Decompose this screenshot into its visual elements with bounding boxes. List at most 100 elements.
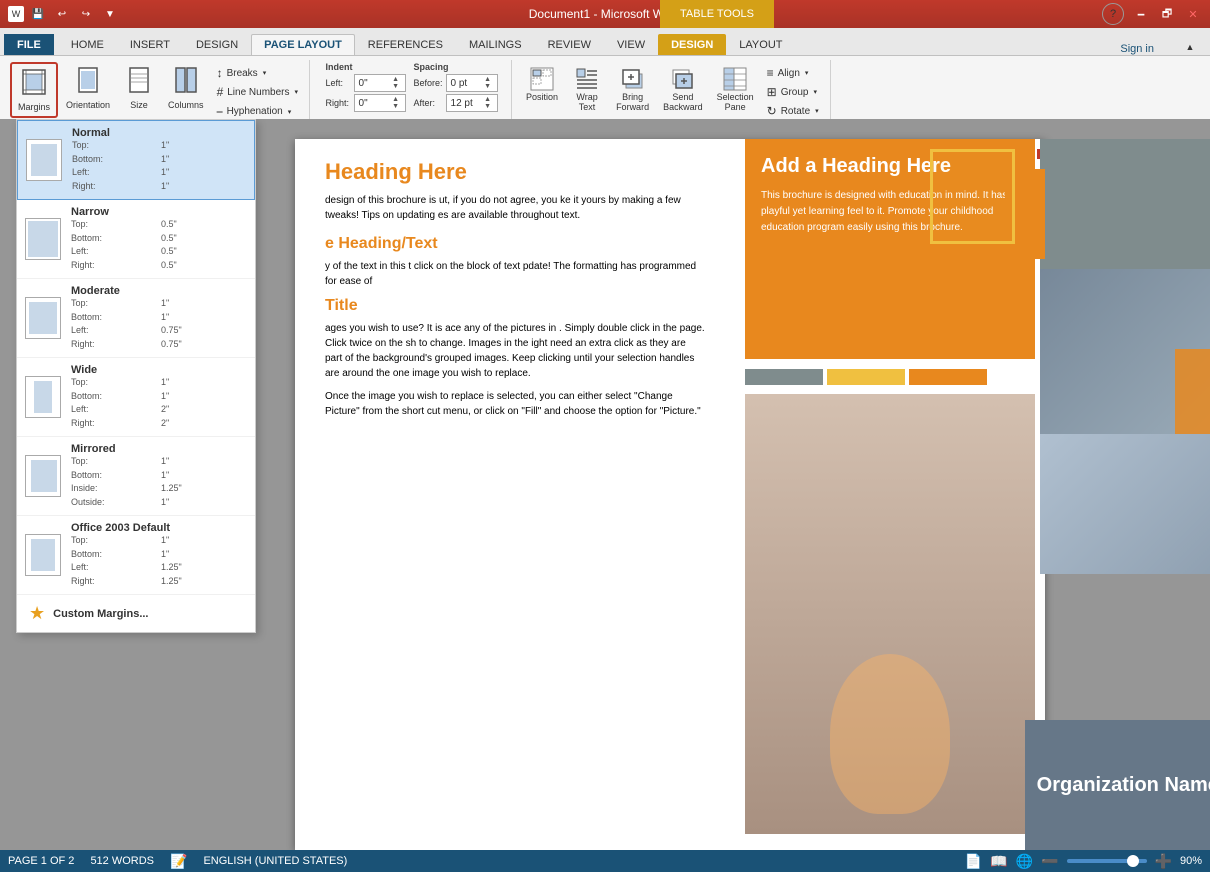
indent-left-up[interactable]: ▲: [389, 76, 403, 83]
indent-right-up[interactable]: ▲: [389, 96, 403, 103]
tab-file[interactable]: FILE: [4, 34, 54, 55]
margin-moderate-icon: [25, 297, 61, 339]
margins-icon: [20, 68, 48, 101]
redo-qat-button[interactable]: ↪: [76, 5, 96, 23]
view-web-icon[interactable]: 🌐: [1016, 853, 1033, 870]
margin-normal-name: Normal: [72, 127, 246, 139]
margins-button[interactable]: Margins: [12, 64, 56, 116]
undo-qat-button[interactable]: ↩: [52, 5, 72, 23]
org-name-text: Organization Name/Logo: [1037, 772, 1210, 798]
margins-label: Margins: [18, 102, 50, 112]
indent-right-down[interactable]: ▼: [389, 103, 403, 110]
proofing-icon: 📝: [170, 853, 187, 870]
breaks-icon: ↕: [217, 66, 223, 80]
size-button[interactable]: Size: [118, 62, 160, 114]
wrap-text-label: WrapText: [576, 92, 597, 112]
margin-moderate-details: Top:1" Bottom:1" Left:0.75" Right:0.75": [71, 297, 247, 351]
view-normal-icon[interactable]: 📄: [965, 853, 982, 870]
margin-narrow-icon: [25, 218, 61, 260]
size-icon: [127, 66, 151, 99]
tab-table-design[interactable]: DESIGN: [658, 34, 726, 55]
org-name-box: Organization Name/Logo: [1025, 720, 1210, 850]
columns-button[interactable]: Columns: [162, 62, 210, 114]
margin-office2003-item[interactable]: Office 2003 Default Top:1" Bottom:1" Lef…: [17, 516, 255, 595]
margin-mirrored-icon: [25, 455, 61, 497]
table-tools-tab: TABLE TOOLS: [660, 0, 774, 28]
selection-pane-icon: [722, 66, 748, 92]
document-area: Normal Top:1" Bottom:1" Left:1" Right:1"…: [0, 119, 1210, 850]
indent-right-input[interactable]: 0" ▲ ▼: [354, 94, 406, 112]
tab-page-layout[interactable]: PAGE LAYOUT: [251, 34, 355, 55]
spacing-before-input[interactable]: 0 pt ▲ ▼: [446, 74, 498, 92]
indent-left-input[interactable]: 0" ▲ ▼: [354, 74, 406, 92]
doc-text-2: y of the text in this t click on the blo…: [325, 259, 705, 289]
spacing-label: Spacing: [414, 62, 498, 72]
tab-home[interactable]: HOME: [58, 34, 117, 55]
send-backward-button[interactable]: SendBackward: [657, 62, 709, 116]
sign-in-link[interactable]: Sign in: [1120, 43, 1154, 55]
view-reading-icon[interactable]: 📖: [990, 853, 1007, 870]
hyphenation-icon: ⎯: [217, 104, 223, 119]
spacing-after-down[interactable]: ▼: [481, 103, 495, 110]
restore-button[interactable]: 🗗: [1158, 5, 1176, 23]
tab-mailings[interactable]: MAILINGS: [456, 34, 535, 55]
custom-margins-icon: ★: [29, 603, 45, 624]
send-backward-label: SendBackward: [663, 92, 703, 112]
tab-layout[interactable]: LAYOUT: [726, 34, 795, 55]
spacing-after-input[interactable]: 12 pt ▲ ▼: [446, 94, 498, 112]
margin-mirrored-item[interactable]: Mirrored Top:1" Bottom:1" Inside:1.25" O…: [17, 437, 255, 516]
line-numbers-button[interactable]: # Line Numbers ▾: [212, 83, 303, 101]
spacing-after-up[interactable]: ▲: [481, 96, 495, 103]
zoom-out-button[interactable]: ➖: [1041, 853, 1058, 870]
tab-insert[interactable]: INSERT: [117, 34, 183, 55]
margin-mirrored-details: Top:1" Bottom:1" Inside:1.25" Outside:1": [71, 455, 247, 509]
tab-design[interactable]: DESIGN: [183, 34, 251, 55]
custom-margins-item[interactable]: ★ Custom Margins...: [17, 595, 255, 632]
margin-moderate-item[interactable]: Moderate Top:1" Bottom:1" Left:0.75" Rig…: [17, 279, 255, 358]
selection-pane-button[interactable]: SelectionPane: [711, 62, 760, 116]
align-button[interactable]: ≡ Align ▾: [762, 64, 824, 82]
wrap-text-button[interactable]: WrapText: [566, 62, 608, 116]
minimize-button[interactable]: 🗕: [1132, 5, 1150, 23]
breaks-button[interactable]: ↕ Breaks ▾: [212, 64, 303, 82]
status-bar: PAGE 1 OF 2 512 WORDS 📝 ENGLISH (UNITED …: [0, 850, 1210, 872]
tab-view[interactable]: VIEW: [604, 34, 658, 55]
zoom-handle[interactable]: [1127, 855, 1139, 867]
group-button[interactable]: ⊞ Group ▾: [762, 83, 824, 101]
margin-mirrored-name: Mirrored: [71, 443, 247, 455]
help-button[interactable]: ?: [1102, 3, 1124, 25]
margin-wide-details: Top:1" Bottom:1" Left:2" Right:2": [71, 376, 247, 430]
orientation-icon: [76, 66, 100, 99]
zoom-slider[interactable]: [1067, 859, 1147, 863]
spacing-before-down[interactable]: ▼: [481, 83, 495, 90]
position-label: Position: [526, 92, 558, 102]
indent-left-label: Left:: [326, 78, 352, 88]
zoom-in-button[interactable]: ➕: [1155, 853, 1172, 870]
margin-normal-details: Top:1" Bottom:1" Left:1" Right:1": [72, 139, 246, 193]
indent-left-down[interactable]: ▼: [389, 83, 403, 90]
rotate-button[interactable]: ↻ Rotate ▾: [762, 102, 824, 120]
margins-dropdown: Normal Top:1" Bottom:1" Left:1" Right:1"…: [16, 119, 256, 633]
spacing-before-up[interactable]: ▲: [481, 76, 495, 83]
columns-icon: [174, 66, 198, 99]
position-button[interactable]: Position: [520, 62, 564, 106]
bring-forward-label: BringForward: [616, 92, 649, 112]
orientation-button[interactable]: Orientation: [60, 62, 116, 114]
main-photo: [745, 394, 1035, 834]
group-icon: ⊞: [767, 85, 777, 99]
margin-normal-icon: [26, 139, 62, 181]
save-qat-button[interactable]: 💾: [28, 5, 48, 23]
margin-wide-icon: [25, 376, 61, 418]
tab-references[interactable]: REFERENCES: [355, 34, 456, 55]
close-button[interactable]: ✕: [1184, 5, 1202, 23]
margin-narrow-item[interactable]: Narrow Top:0.5" Bottom:0.5" Left:0.5" Ri…: [17, 200, 255, 279]
tab-review[interactable]: REVIEW: [535, 34, 604, 55]
bring-forward-button[interactable]: BringForward: [610, 62, 655, 116]
margin-wide-item[interactable]: Wide Top:1" Bottom:1" Left:2" Right:2": [17, 358, 255, 437]
size-label: Size: [130, 100, 148, 110]
margin-office2003-icon: [25, 534, 61, 576]
qat-more-button[interactable]: ▼: [100, 5, 120, 23]
collapse-ribbon-button[interactable]: ▲: [1170, 39, 1210, 55]
margin-normal-item[interactable]: Normal Top:1" Bottom:1" Left:1" Right:1": [17, 120, 255, 200]
margin-narrow-details: Top:0.5" Bottom:0.5" Left:0.5" Right:0.5…: [71, 218, 247, 272]
